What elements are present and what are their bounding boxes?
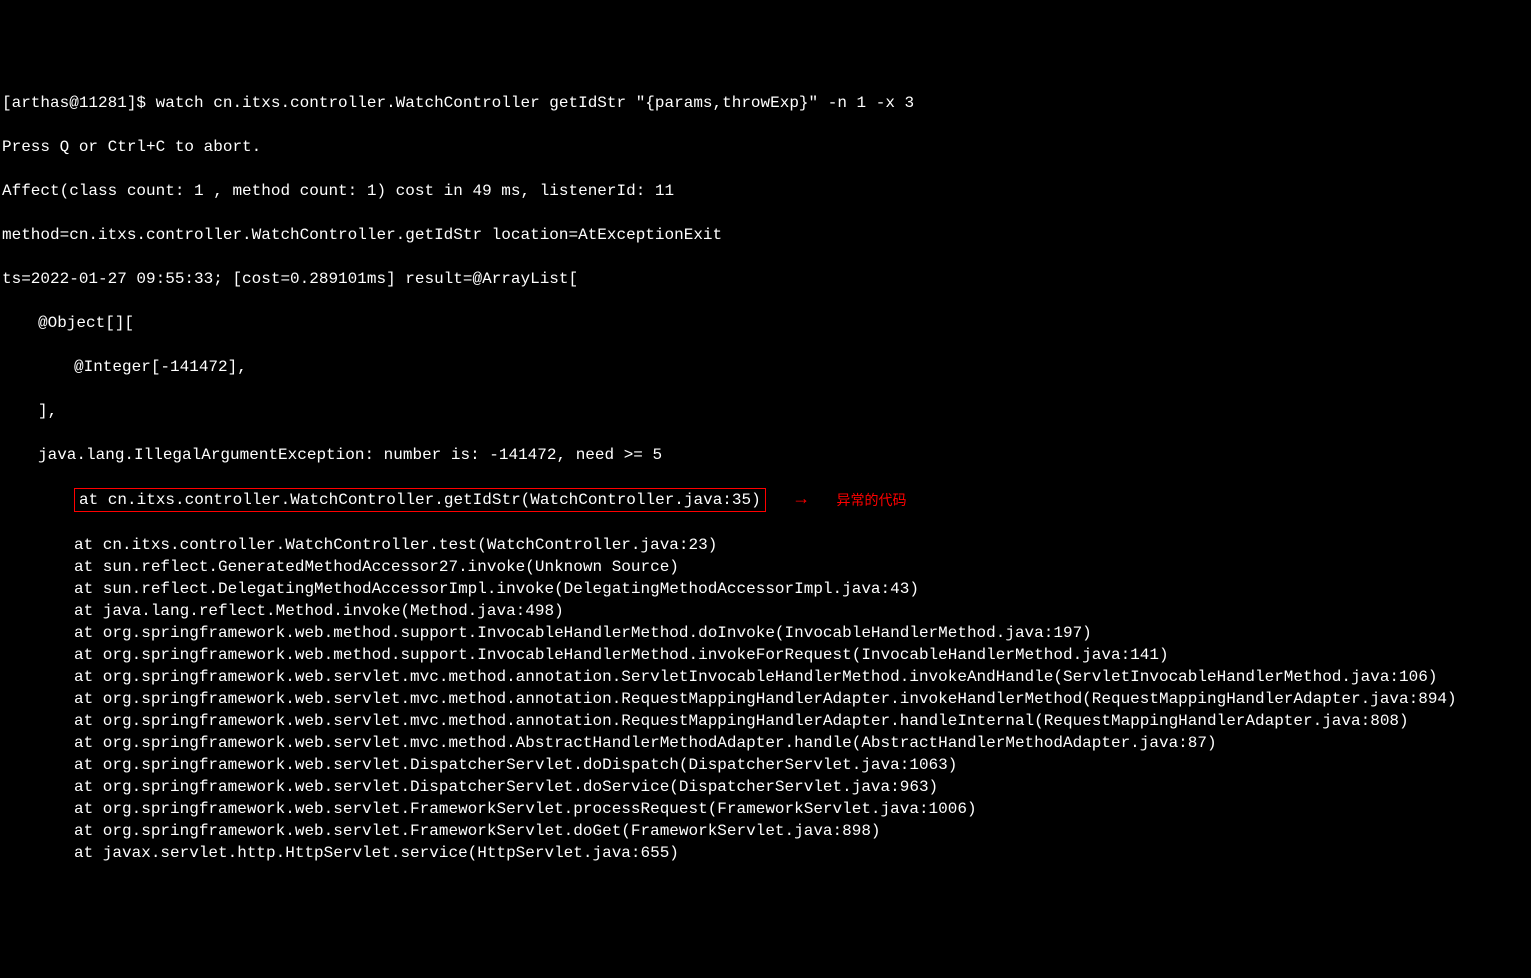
affect-line: Affect(class count: 1 , method count: 1)… [2, 180, 1529, 202]
shell-prompt: [arthas@11281]$ [2, 94, 156, 112]
stack-frame: at org.springframework.web.servlet.mvc.m… [2, 732, 1529, 754]
stack-frames: at cn.itxs.controller.WatchController.te… [2, 534, 1529, 864]
stack-frame: at sun.reflect.GeneratedMethodAccessor27… [2, 556, 1529, 578]
stack-frame: at sun.reflect.DelegatingMethodAccessorI… [2, 578, 1529, 600]
integer-value-line: @Integer[-141472], [2, 356, 1529, 378]
object-open-line: @Object[][ [2, 312, 1529, 334]
stack-frame: at java.lang.reflect.Method.invoke(Metho… [2, 600, 1529, 622]
command-line[interactable]: [arthas@11281]$ watch cn.itxs.controller… [2, 92, 1529, 114]
highlighted-stack-frame: at cn.itxs.controller.WatchController.ge… [74, 488, 766, 512]
stack-frame: at javax.servlet.http.HttpServlet.servic… [2, 842, 1529, 864]
abort-hint-line: Press Q or Ctrl+C to abort. [2, 136, 1529, 158]
annotation-label: 异常的代码 [837, 489, 907, 511]
stack-frame: at org.springframework.web.servlet.mvc.m… [2, 710, 1529, 732]
stack-frame: at org.springframework.web.servlet.mvc.m… [2, 666, 1529, 688]
stack-frame: at cn.itxs.controller.WatchController.te… [2, 534, 1529, 556]
arrow-icon: → [796, 489, 807, 511]
stack-frame: at org.springframework.web.servlet.mvc.m… [2, 688, 1529, 710]
stack-frame: at org.springframework.web.method.suppor… [2, 622, 1529, 644]
stack-frame: at org.springframework.web.servlet.Frame… [2, 820, 1529, 842]
annotation-container: → 异常的代码 [796, 489, 907, 511]
exception-msg-line: java.lang.IllegalArgumentException: numb… [2, 444, 1529, 466]
ts-line: ts=2022-01-27 09:55:33; [cost=0.289101ms… [2, 268, 1529, 290]
highlighted-stack-row: at cn.itxs.controller.WatchController.ge… [2, 488, 1529, 512]
stack-frame: at org.springframework.web.method.suppor… [2, 644, 1529, 666]
stack-frame: at org.springframework.web.servlet.Dispa… [2, 754, 1529, 776]
command-text: watch cn.itxs.controller.WatchController… [156, 94, 915, 112]
stack-frame: at org.springframework.web.servlet.Frame… [2, 798, 1529, 820]
stack-frame: at org.springframework.web.servlet.Dispa… [2, 776, 1529, 798]
object-close-line: ], [2, 400, 1529, 422]
method-line: method=cn.itxs.controller.WatchControlle… [2, 224, 1529, 246]
